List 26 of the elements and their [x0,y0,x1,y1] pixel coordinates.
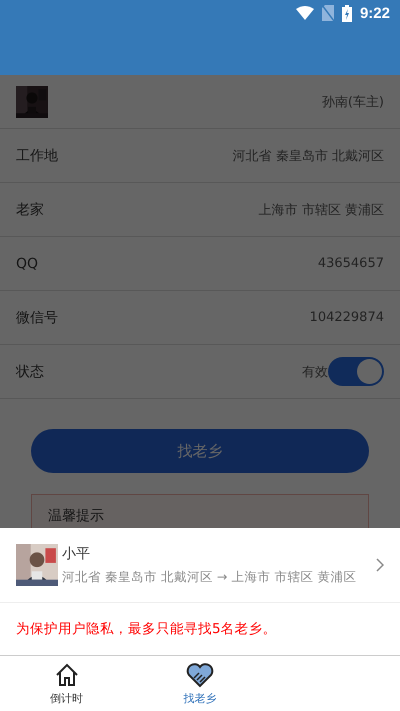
field-value: 43654657 [318,256,384,271]
field-value: 上海市 市辖区 黄浦区 [258,202,384,218]
clock-time: 9:22 [360,4,390,22]
house-icon [54,662,80,688]
status-switch[interactable] [328,357,384,386]
field-label: 微信号 [16,308,58,326]
tip-title: 温馨提示 [48,508,104,524]
match-name: 小平 [62,544,91,562]
field-label: 老家 [16,200,44,218]
battery-icon [342,4,352,22]
field-label: 状态 [16,362,44,380]
nav-tab[interactable]: 倒计时 [0,656,134,711]
status-value: 有效 [302,364,328,380]
privacy-notice: 为保护用户隐私，最多只能寻找5名老乡。 [16,620,277,638]
field-value: 104229874 [310,310,384,325]
wifi-icon [296,6,314,20]
sim-card-icon [322,5,334,21]
match-route: 河北省 秦皇岛市 北戴河区 → 上海市 市辖区 黄浦区 [62,568,358,586]
heart-icon [186,662,214,688]
field-label: 工作地 [16,146,58,164]
match-item[interactable]: 小平 河北省 秦皇岛市 北戴河区 → 上海市 市辖区 黄浦区 [0,528,400,603]
chevron-icon [376,558,384,572]
user-name: 孙南(车主) [322,94,384,110]
nav-tab[interactable]: 找老乡 [133,656,267,711]
field-label: QQ [16,256,38,272]
field-value: 河北省 秦皇岛市 北戴河区 [232,148,384,164]
